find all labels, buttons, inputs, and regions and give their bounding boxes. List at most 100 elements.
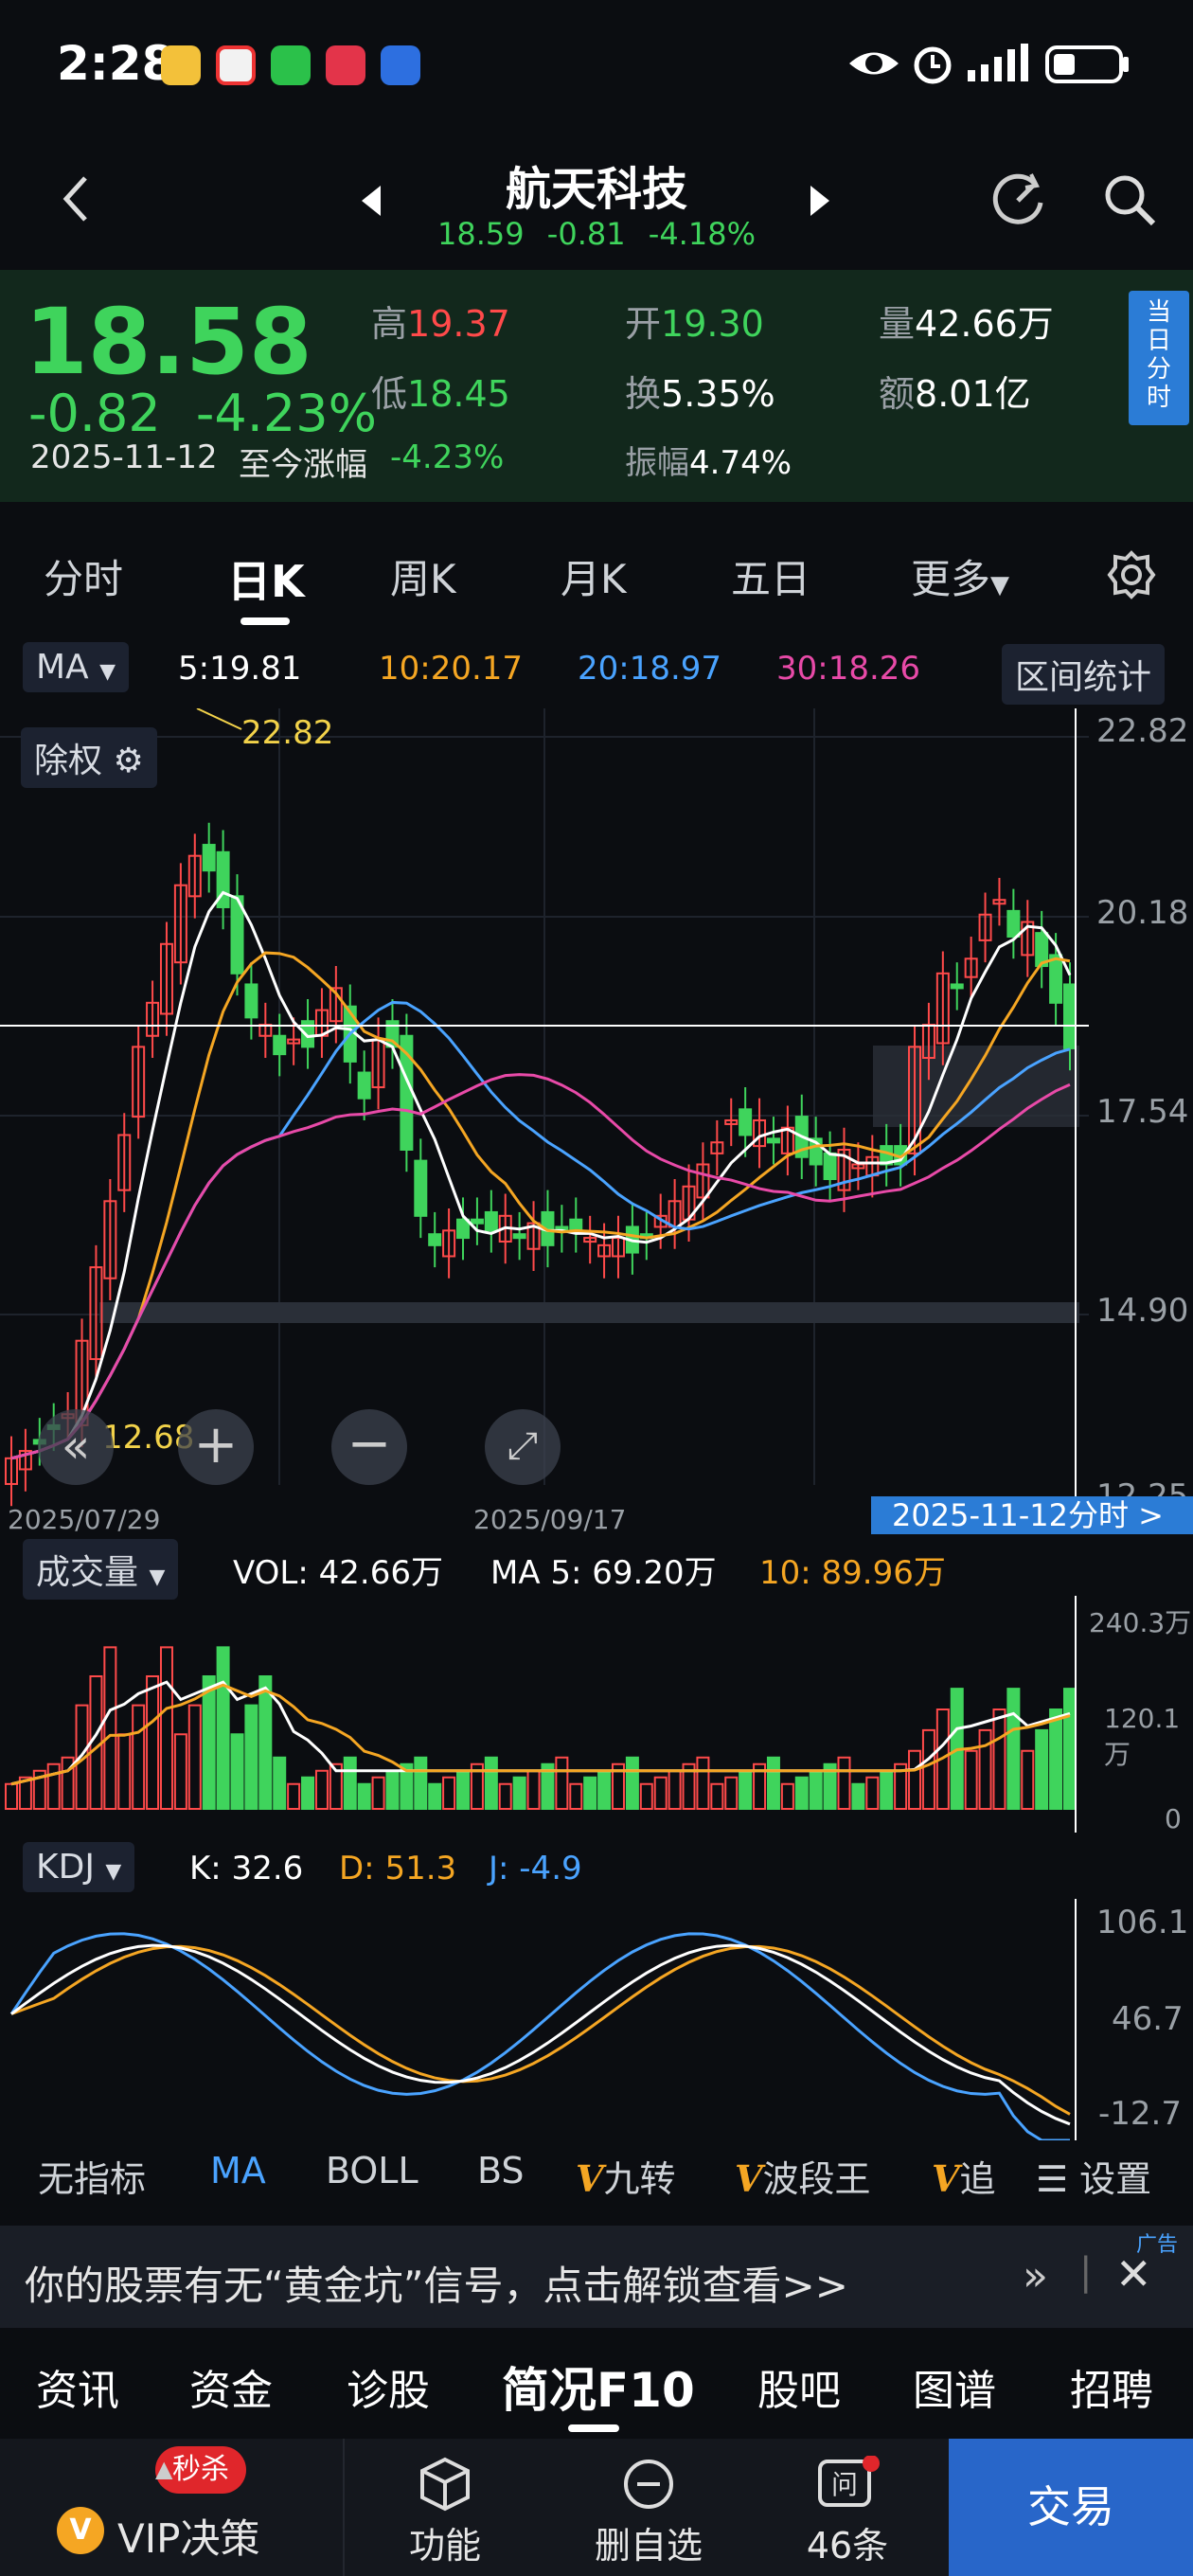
active-subtab-indicator [568, 2424, 619, 2432]
volume-bar [132, 1704, 146, 1810]
y-label-4: 14.90 [1096, 1292, 1189, 1330]
volume-bar [992, 1708, 1006, 1810]
price-change: -0.82 -4.23% [28, 384, 377, 443]
ask-button[interactable]: 问 46条 [795, 2455, 899, 2568]
close-icon[interactable]: ✕ [1115, 2248, 1152, 2299]
weibo-app-icon [161, 45, 201, 85]
indicator-settings[interactable]: ☰ 设置 [1036, 2150, 1151, 2202]
zoom-out-button[interactable]: − [331, 1409, 407, 1485]
ma20-value: 20:18.97 [578, 650, 722, 688]
trade-button[interactable]: 交易 [949, 2439, 1193, 2576]
candles [5, 822, 1077, 1507]
kdj-k: K: 32.6 [189, 1850, 304, 1887]
subtab-news[interactable]: 资讯 [36, 2356, 119, 2417]
kdj-chart[interactable] [0, 1899, 1193, 2140]
volume-bar [964, 1749, 978, 1810]
volume-bar [1063, 1688, 1077, 1810]
volume-bar [484, 1756, 498, 1810]
subtab-funds[interactable]: 资金 [189, 2356, 273, 2417]
volume-bar [273, 1756, 287, 1810]
subtab-f10[interactable]: 简况F10 [502, 2352, 695, 2421]
indicator-boll[interactable]: BOLL [326, 2150, 418, 2191]
volume-bar [301, 1776, 315, 1810]
volume-bar [809, 1769, 823, 1810]
volume-bar [880, 1769, 894, 1810]
candle-body [273, 1034, 287, 1056]
turnover-stat: 换5.35% [625, 373, 775, 415]
high-marker-line [196, 708, 242, 730]
fullscreen-button[interactable]: ⤢ [485, 1409, 561, 1485]
vip-v-icon: V [932, 2157, 960, 2200]
tab-monthly-k[interactable]: 月K [561, 547, 627, 605]
open-stat: 开19.30 [625, 303, 764, 345]
tab-weekly-k[interactable]: 周K [390, 547, 456, 605]
indicator-ma[interactable]: MA [210, 2150, 266, 2191]
kdj-lines [9, 1932, 1071, 2140]
volume-bar [146, 1675, 160, 1810]
ma-selector[interactable]: MA ▼ [23, 642, 130, 692]
tab-more[interactable]: 更多▼ [911, 547, 1009, 605]
volume-bar [794, 1776, 809, 1810]
indicator-bs[interactable]: BS [477, 2150, 525, 2191]
volume-bar [159, 1646, 173, 1810]
volume-bar [428, 1782, 442, 1810]
double-chevron-right-icon[interactable]: » [1023, 2252, 1048, 2300]
eye-icon [849, 52, 899, 75]
candle-body [244, 983, 258, 1019]
candle-body [950, 983, 964, 990]
kdj-d: D: 51.3 [339, 1850, 457, 1887]
volume-bar [103, 1646, 117, 1810]
collapse-button[interactable]: « [38, 1409, 114, 1485]
refresh-icon[interactable] [989, 170, 1048, 229]
clock: 2:28 [57, 36, 175, 91]
volume-bar [1049, 1708, 1063, 1810]
subtab-graph[interactable]: 图谱 [913, 2356, 996, 2417]
ad-banner[interactable]: 你的股票有无“黄金坑”信号，点击解锁查看>> 广告 » | ✕ [0, 2226, 1193, 2328]
today-minute-button[interactable]: 当日分时 [1129, 291, 1189, 425]
range-stats-button[interactable]: 区间统计 [1002, 644, 1166, 705]
volume-selector[interactable]: 成交量 ▼ [23, 1539, 179, 1600]
ad-text[interactable]: 你的股票有无“黄金坑”信号，点击解锁查看>> [25, 2254, 848, 2312]
tab-five-day[interactable]: 五日 [731, 547, 810, 605]
search-icon[interactable] [1100, 170, 1159, 229]
subtab-jobs[interactable]: 招聘 [1070, 2356, 1153, 2417]
indicator-bodongwang[interactable]: V波段王 [735, 2150, 871, 2202]
candle-body [1049, 954, 1063, 1004]
ma10-line [10, 951, 1071, 1460]
amplitude-stat: 振幅4.74% [625, 444, 792, 482]
indicator-zhui[interactable]: V追 [932, 2150, 996, 2202]
volume-bar [498, 1782, 512, 1810]
vol-y-label-2: 120.1万 [1104, 1703, 1181, 1770]
candle-body [202, 844, 216, 872]
volume-bar [555, 1756, 569, 1810]
tab-daily-k[interactable]: 日K [227, 547, 305, 610]
ma5-value: 5:19.81 [178, 650, 302, 688]
remove-watchlist-button[interactable]: 删自选 [587, 2456, 710, 2568]
subtab-diagnose[interactable]: 诊股 [347, 2356, 430, 2417]
question-chat-icon: 问 [818, 2455, 880, 2507]
adjust-button[interactable]: 除权 ⚙ [21, 727, 157, 788]
kdj-legend-row: KDJ ▼ K: 32.6 D: 51.3 J: -4.9 [0, 1842, 1193, 1899]
ask-label: 46条 [806, 2525, 889, 2567]
k-line-chart[interactable]: 除权 ⚙ 22.82 12.68 22.82 20.18 17.54 14.90… [0, 708, 1193, 1535]
volume-bar [314, 1769, 329, 1810]
blue-app-icon [381, 45, 420, 85]
indicator-jiuzhuan[interactable]: V九转 [576, 2150, 676, 2202]
volume-bar [216, 1646, 230, 1810]
subtab-forum[interactable]: 股吧 [757, 2356, 841, 2417]
zoom-in-button[interactable]: + [178, 1409, 254, 1485]
quote-date: 2025-11-12 [30, 438, 218, 476]
settings-gear-icon[interactable] [1106, 549, 1157, 600]
y-label-3: 17.54 [1096, 1093, 1189, 1131]
volume-chart[interactable] [0, 1596, 1193, 1833]
indicator-none[interactable]: 无指标 [38, 2150, 146, 2202]
minute-chart-link[interactable]: 2025-11-12分时 > [871, 1496, 1193, 1534]
remove-label: 删自选 [594, 2525, 703, 2567]
kdj-selector[interactable]: KDJ ▼ [23, 1842, 135, 1892]
volume-bar [583, 1776, 597, 1810]
k-line-canvas[interactable] [0, 708, 1193, 1532]
volume-bar [202, 1675, 216, 1810]
tab-minute[interactable]: 分时 [44, 547, 123, 605]
next-stock-icon[interactable] [805, 182, 833, 220]
function-button[interactable]: 功能 [398, 2456, 492, 2568]
